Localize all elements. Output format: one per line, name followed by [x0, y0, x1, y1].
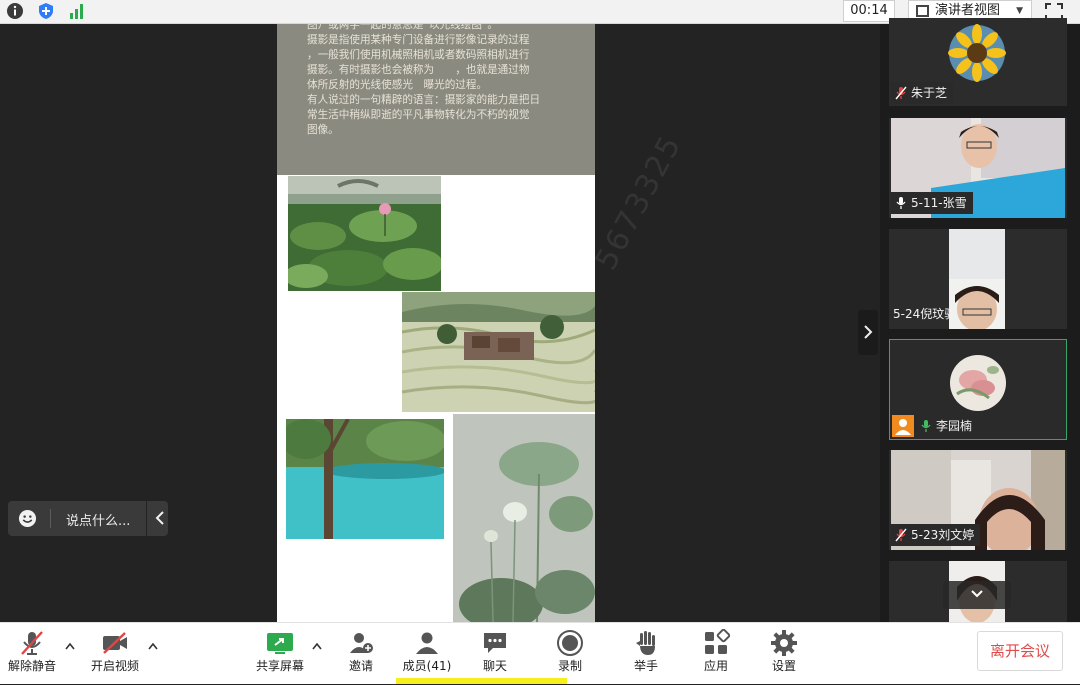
emoji-icon[interactable]: [18, 509, 37, 528]
turquoise-lake-photo: [286, 419, 444, 539]
mic-muted-icon: [895, 528, 907, 542]
avatar: [950, 355, 1006, 411]
participant-name: 5-11-张雪: [911, 196, 967, 210]
start-video-label: 开启视频: [90, 659, 139, 673]
share-screen-label: 共享屏幕: [255, 659, 304, 673]
doc-line: 图）或两字一起的意思是“以光线绘图”。: [307, 24, 498, 31]
apps-label: 应用: [703, 659, 728, 673]
mic-active-icon: [921, 420, 931, 432]
raise-hand-button[interactable]: 举手: [623, 623, 669, 685]
invite-label: 邀请: [348, 659, 373, 673]
participant-name-tag: 李园楠: [916, 415, 979, 437]
record-label: 录制: [557, 659, 582, 673]
video-options-chevron-up-icon[interactable]: [147, 641, 159, 651]
participant-tile[interactable]: 朱于芝: [889, 18, 1067, 106]
participant-name: 朱于芝: [911, 86, 948, 100]
settings-button[interactable]: 设置: [761, 623, 807, 685]
participant-tile[interactable]: 5-24倪玟骁: [889, 229, 1067, 329]
members-button[interactable]: 成员(41): [398, 623, 456, 685]
participant-name-tag: 5-11-张雪: [891, 192, 973, 214]
chat-input-placeholder[interactable]: 说点什么...: [66, 510, 130, 529]
participant-name: 5-24倪玟骁: [893, 307, 957, 321]
share-screen-button[interactable]: 共享屏幕: [251, 623, 309, 685]
shared-document: 图）或两字一起的意思是“以光线绘图”。 摄影是指使用某种专门设备进行影像记录的过…: [277, 24, 595, 622]
share-options-chevron-up-icon[interactable]: [311, 641, 323, 651]
chat-input-pill[interactable]: 说点什么...: [8, 501, 168, 536]
doc-line: 图像。: [307, 124, 339, 136]
collapse-chevron-left-icon[interactable]: [153, 508, 167, 528]
mic-muted-icon: [21, 631, 43, 655]
start-video-button[interactable]: 开启视频: [86, 623, 144, 685]
video-off-icon: [103, 632, 127, 654]
unmute-button[interactable]: 解除静音: [4, 623, 60, 685]
participant-name-tag: 5-23刘文婷: [891, 524, 981, 546]
participant-tile[interactable]: 5-23刘文婷: [889, 450, 1067, 550]
divider: [146, 501, 147, 536]
participant-tile[interactable]: [889, 561, 1067, 622]
lotus-pond-photo: [288, 176, 441, 291]
apps-grid-icon: [705, 629, 730, 654]
yellow-highlight-bar: [396, 678, 567, 684]
gear-icon: [771, 630, 797, 656]
participant-name-tag: 5-24倪玟骁: [891, 303, 962, 325]
doc-line: 体所反射的光线使感光 曝光的过程。: [307, 79, 488, 91]
unmute-label: 解除静音: [7, 659, 56, 673]
members-label: 成员(41): [402, 659, 452, 673]
audio-options-chevron-up-icon[interactable]: [64, 641, 76, 651]
chat-label: 聊天: [482, 659, 507, 673]
gallery-toggle-handle[interactable]: [858, 310, 878, 355]
record-button[interactable]: 录制: [547, 623, 593, 685]
speaker-view-icon: [916, 5, 929, 17]
chevron-right-icon: [864, 325, 873, 339]
info-icon[interactable]: [6, 2, 24, 20]
record-icon: [557, 630, 583, 656]
rice-terraces-photo: [402, 292, 595, 412]
doc-line: 摄影是指使用某种专门设备进行影像记录的过程: [307, 34, 530, 46]
mic-icon: [896, 197, 906, 209]
add-user-icon: [350, 633, 373, 653]
scroll-down-button[interactable]: [943, 581, 1011, 609]
meeting-toolbar: 解除静音 开启视频 共享屏幕 邀请 成员(41) 聊天 录制 举手 应用 设置 …: [0, 622, 1080, 684]
doc-line: 常生活中稍纵即逝的平凡事物转化为不朽的视觉: [307, 109, 530, 121]
participant-name: 5-23刘文婷: [911, 528, 975, 542]
participant-tile-active[interactable]: 李园楠: [889, 339, 1067, 440]
raise-hand-label: 举手: [633, 659, 658, 673]
raise-hand-icon: [636, 631, 655, 655]
participant-tile[interactable]: 5-11-张雪: [889, 118, 1067, 218]
participant-name-tag: 朱于芝: [891, 82, 954, 104]
share-screen-icon: [267, 633, 293, 654]
settings-label: 设置: [771, 659, 796, 673]
chat-button[interactable]: 聊天: [472, 623, 518, 685]
leave-meeting-button[interactable]: 离开会议: [977, 631, 1063, 671]
divider: [50, 509, 51, 528]
members-icon: [416, 632, 438, 654]
meeting-timer: 00:14: [843, 0, 895, 22]
doc-line: 摄影。有时摄影也会被称为 ，也就是通过物: [307, 64, 530, 76]
misty-lotus-photo: [453, 414, 595, 622]
document-text-block: 图）或两字一起的意思是“以光线绘图”。 摄影是指使用某种专门设备进行影像记录的过…: [277, 24, 595, 175]
view-mode-label: 演讲者视图: [935, 3, 1001, 18]
chat-bubble-icon: [484, 633, 506, 653]
participant-gallery[interactable]: 朱于芝 5-11-张雪 5-24倪玟骁 李园楠 5-23刘文婷: [880, 18, 1080, 622]
avatar: [948, 24, 1006, 82]
mic-muted-icon: [895, 86, 907, 100]
doc-line: ，一般我们使用机械照相机或者数码照相机进行: [307, 49, 530, 61]
doc-line: 有人说过的一句精辟的语言：摄影家的能力是把日: [307, 94, 541, 106]
invite-button[interactable]: 邀请: [338, 623, 384, 685]
signal-strength-icon[interactable]: [68, 2, 86, 20]
participant-name: 李园楠: [936, 419, 973, 433]
apps-button[interactable]: 应用: [693, 623, 739, 685]
host-badge-icon: [892, 415, 914, 437]
security-shield-icon[interactable]: [37, 2, 55, 20]
chevron-down-icon: [971, 590, 983, 598]
